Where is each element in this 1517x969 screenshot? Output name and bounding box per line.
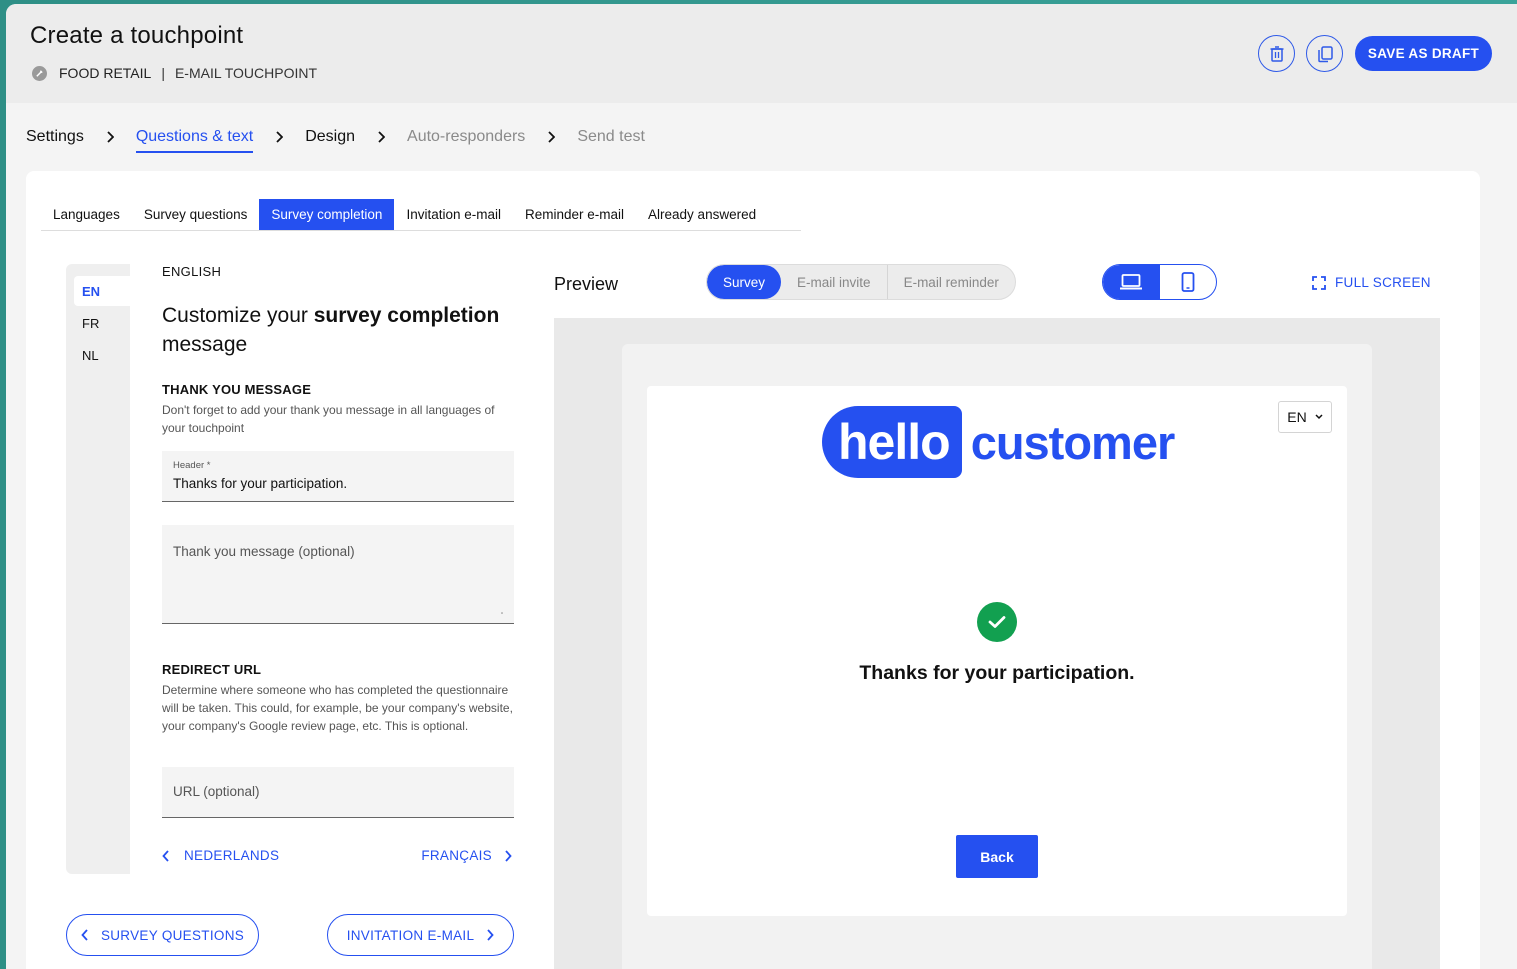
header-field-label: Header * xyxy=(173,460,211,471)
wizard-steps: Settings Questions & text Design Auto-re… xyxy=(26,122,645,153)
header-field[interactable]: Header * Thanks for your participation. xyxy=(162,451,514,502)
expand-icon xyxy=(1312,275,1326,290)
form-heading: Customize your survey completion message xyxy=(162,304,500,356)
duplicate-button[interactable] xyxy=(1306,35,1343,72)
logo-customer: customer xyxy=(970,415,1176,469)
redirect-url-placeholder: URL (optional) xyxy=(173,784,260,799)
device-toggle xyxy=(1102,264,1217,300)
preview-mode-email-invite[interactable]: E-mail invite xyxy=(781,265,888,299)
hello-customer-logo: hello customer xyxy=(822,406,1176,478)
lang-item-en[interactable]: EN xyxy=(74,276,130,306)
preview-frame: hello customer EN Thanks for your partic… xyxy=(622,344,1372,969)
lang-item-fr[interactable]: FR xyxy=(74,308,130,338)
chevron-left-icon xyxy=(81,929,88,941)
chevron-left-icon xyxy=(162,849,169,862)
breadcrumb-type: E-MAIL TOUCHPOINT xyxy=(174,65,318,81)
thank-you-message-placeholder: Thank you message (optional) xyxy=(173,544,355,559)
chevron-right-icon xyxy=(505,849,512,862)
redirect-url-title: REDIRECT URL xyxy=(162,662,262,677)
chevron-right-icon xyxy=(275,131,284,143)
content-card: Languages Survey questions Survey comple… xyxy=(26,171,1480,969)
preview-canvas: hello customer EN Thanks for your partic… xyxy=(554,318,1440,969)
chevron-right-icon xyxy=(106,131,114,143)
header-field-value: Thanks for your participation. xyxy=(173,476,348,491)
breadcrumb: FOOD RETAIL | E-MAIL TOUCHPOINT xyxy=(32,65,317,81)
mobile-phone-icon xyxy=(1181,272,1195,292)
prev-language-link[interactable]: NEDERLANDS xyxy=(162,848,279,863)
preview-back-button[interactable]: Back xyxy=(956,835,1038,878)
tab-invitation-email[interactable]: Invitation e-mail xyxy=(394,199,513,230)
content-tabs: Languages Survey questions Survey comple… xyxy=(41,199,801,231)
app-window: Create a touchpoint FOOD RETAIL | E-MAIL… xyxy=(6,4,1517,969)
step-design[interactable]: Design xyxy=(305,128,355,146)
delete-button[interactable] xyxy=(1258,35,1295,72)
checkmark-icon xyxy=(977,602,1017,642)
chevron-right-icon xyxy=(547,131,556,143)
invitation-email-next-button[interactable]: INVITATION E-MAIL xyxy=(327,914,514,956)
breadcrumb-category: FOOD RETAIL xyxy=(59,65,152,81)
top-bar: Create a touchpoint FOOD RETAIL | E-MAIL… xyxy=(6,4,1517,103)
full-screen-button[interactable]: FULL SCREEN xyxy=(1312,275,1431,290)
copy-icon xyxy=(1317,45,1333,62)
preview-mode-toggle: Survey E-mail invite E-mail reminder xyxy=(706,264,1016,300)
save-as-draft-button[interactable]: SAVE AS DRAFT xyxy=(1355,36,1492,71)
preview-mode-email-reminder[interactable]: E-mail reminder xyxy=(888,265,1015,299)
thank-you-title: THANK YOU MESSAGE xyxy=(162,382,312,397)
chevron-down-icon xyxy=(1315,414,1323,420)
language-title: ENGLISH xyxy=(162,264,222,279)
preview-thanks-text: Thanks for your participation. xyxy=(859,662,1135,684)
step-questions-text[interactable]: Questions & text xyxy=(135,128,254,153)
preview-language-select[interactable]: EN xyxy=(1278,401,1332,433)
language-list: EN FR NL xyxy=(66,264,130,874)
next-language-link[interactable]: FRANÇAIS xyxy=(421,848,512,863)
tag-icon xyxy=(32,65,47,81)
tab-survey-completion[interactable]: Survey completion xyxy=(259,199,395,230)
tab-languages[interactable]: Languages xyxy=(41,199,132,230)
breadcrumb-separator: | xyxy=(161,65,165,81)
thank-you-message-textarea[interactable]: Thank you message (optional) xyxy=(162,525,514,624)
laptop-icon xyxy=(1120,274,1143,290)
survey-completion-preview: hello customer EN Thanks for your partic… xyxy=(647,386,1347,916)
device-desktop-button[interactable] xyxy=(1103,265,1160,299)
completion-form: ENGLISH Customize your survey completion… xyxy=(162,264,514,863)
redirect-url-desc: Determine where someone who has complete… xyxy=(162,683,513,733)
tab-survey-questions[interactable]: Survey questions xyxy=(132,199,260,230)
tab-already-answered[interactable]: Already answered xyxy=(636,199,768,230)
logo-hello: hello xyxy=(822,406,962,478)
chevron-right-icon xyxy=(487,929,495,941)
preview-mode-survey[interactable]: Survey xyxy=(707,265,782,299)
redirect-url-input[interactable]: URL (optional) xyxy=(162,767,514,818)
chevron-right-icon xyxy=(377,131,386,143)
tab-reminder-email[interactable]: Reminder e-mail xyxy=(513,199,636,230)
survey-questions-back-button[interactable]: SURVEY QUESTIONS xyxy=(66,914,259,956)
resize-handle-icon xyxy=(501,612,503,614)
lang-item-nl[interactable]: NL xyxy=(74,340,130,370)
step-auto-responders[interactable]: Auto-responders xyxy=(407,128,525,146)
step-settings[interactable]: Settings xyxy=(26,128,84,146)
preview-label: Preview xyxy=(554,274,619,294)
page-title: Create a touchpoint xyxy=(30,22,244,49)
thank-you-desc: Don't forget to add your thank you messa… xyxy=(162,403,495,435)
device-mobile-button[interactable] xyxy=(1160,265,1217,299)
trash-icon xyxy=(1270,45,1283,62)
step-send-test[interactable]: Send test xyxy=(577,128,645,146)
